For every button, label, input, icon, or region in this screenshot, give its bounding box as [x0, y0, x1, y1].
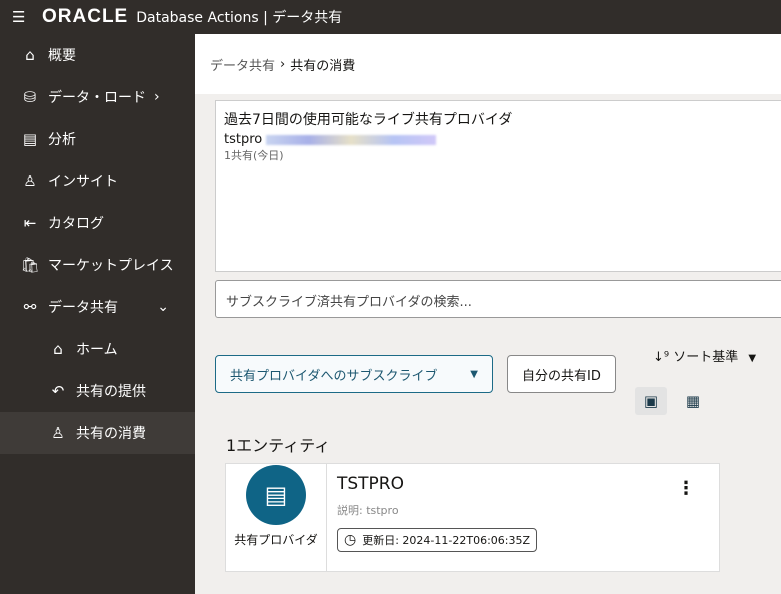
- card-type: ▤ 共有プロバイダ: [226, 464, 327, 571]
- subscribe-button[interactable]: 共有プロバイダへのサブスクライブ ▼: [215, 355, 493, 393]
- breadcrumb-parent[interactable]: データ共有: [210, 55, 275, 74]
- label: 共有の消費: [76, 426, 146, 442]
- label: 分析: [48, 132, 76, 148]
- provider-card[interactable]: ▤ 共有プロバイダ TSTPRO 説明: tstpro ◷ 更新日: 2024-1…: [225, 463, 720, 572]
- caret-down-icon: ▼: [748, 353, 757, 364]
- sidebar-item-insight[interactable]: ♙ インサイト: [0, 160, 195, 202]
- insight-icon: ♙: [23, 172, 37, 190]
- sidebar-item-data-load[interactable]: ⛁ データ・ロード ›: [0, 76, 195, 118]
- reply-icon: ↶: [51, 382, 65, 400]
- card-description: 説明: tstpro: [337, 504, 399, 517]
- label: データ・ロード: [48, 90, 146, 106]
- label: 共有プロバイダへのサブスクライブ: [230, 368, 438, 384]
- sort-dropdown[interactable]: ↓⁹ ソート基準 ▼: [653, 346, 756, 365]
- sidebar-item-data-share[interactable]: ⚯ データ共有 ⌄: [0, 286, 195, 328]
- share-icon: ⚯: [23, 298, 37, 316]
- main-content: データ共有 › 共有の消費 過去7日間の使用可能なライブ共有プロバイダ tstp…: [195, 34, 781, 594]
- updated-text: 更新日: 2024-11-22T06:06:35Z: [362, 534, 531, 547]
- my-share-id-button[interactable]: 自分の共有ID: [507, 355, 616, 393]
- sidebar-item-consume-share[interactable]: ♙ 共有の消費: [0, 412, 195, 454]
- sidebar: ⌂ 概要 ⛁ データ・ロード › ▤ 分析 ♙ インサイト ⇤ カタログ 🛍 マーケットプレイ…: [0, 34, 195, 594]
- label: マーケットプレイス: [48, 258, 174, 274]
- table-view-icon[interactable]: ▦: [677, 387, 709, 415]
- share-provider-icon: ▤: [246, 465, 306, 525]
- panel-title: 過去7日間の使用可能なライブ共有プロバイダ: [224, 112, 513, 128]
- redacted-email: [266, 134, 437, 145]
- catalog-icon: ⇤: [23, 214, 37, 232]
- more-actions-icon[interactable]: ⋮: [677, 478, 695, 499]
- label: 概要: [48, 48, 76, 64]
- breadcrumb-current: 共有の消費: [290, 58, 356, 74]
- breadcrumb: データ共有 › 共有の消費: [195, 34, 781, 94]
- home-icon: ⌂: [25, 46, 35, 64]
- breadcrumb-separator: ›: [280, 56, 286, 72]
- top-bar: ☰ ORACLE Database Actions | データ共有: [0, 0, 781, 34]
- sidebar-item-catalog[interactable]: ⇤ カタログ: [0, 202, 195, 244]
- label: 共有の提供: [76, 384, 146, 400]
- sidebar-item-home[interactable]: ⌂ ホーム: [0, 328, 195, 370]
- entity-count: 1エンティティ: [226, 436, 331, 455]
- sidebar-item-provide-share[interactable]: ↶ 共有の提供: [0, 370, 195, 412]
- label: インサイト: [48, 174, 118, 190]
- provider-search-input[interactable]: サブスクライブ済共有プロバイダの検索...: [215, 280, 781, 318]
- home-icon: ⌂: [53, 340, 63, 358]
- oracle-logo: ORACLE: [42, 6, 129, 27]
- marketplace-icon: 🛍: [20, 256, 40, 274]
- chevron-down-icon: ⌄: [157, 299, 169, 315]
- chevron-right-icon: ›: [154, 89, 160, 105]
- sidebar-item-overview[interactable]: ⌂ 概要: [0, 34, 195, 76]
- clock-icon: ◷: [344, 532, 357, 548]
- label: ソート基準: [673, 350, 739, 365]
- caret-down-icon: ▼: [470, 368, 478, 380]
- provider-name[interactable]: tstpro: [224, 132, 262, 147]
- sort-icon: ↓⁹: [653, 350, 670, 365]
- card-view-icon[interactable]: ▣: [635, 387, 667, 415]
- app-title: Database Actions | データ共有: [136, 10, 343, 26]
- sidebar-item-analysis[interactable]: ▤ 分析: [0, 118, 195, 160]
- updated-badge: ◷ 更新日: 2024-11-22T06:06:35Z: [337, 528, 538, 552]
- live-providers-panel: 過去7日間の使用可能なライブ共有プロバイダ tstpro 1共有(今日): [215, 100, 781, 272]
- share-count: 1共有(今日): [224, 149, 284, 162]
- label: カタログ: [48, 216, 104, 232]
- card-name[interactable]: TSTPRO: [337, 474, 709, 494]
- sidebar-item-marketplace[interactable]: 🛍 マーケットプレイス: [0, 244, 195, 286]
- view-toggle: ▣ ▦: [635, 387, 709, 415]
- label: ホーム: [76, 342, 118, 358]
- card-type-label: 共有プロバイダ: [234, 533, 318, 547]
- analysis-icon: ▤: [22, 130, 38, 148]
- user-icon: ♙: [51, 424, 65, 442]
- label: データ共有: [48, 300, 118, 316]
- database-upload-icon: ⛁: [23, 88, 37, 106]
- hamburger-menu-icon[interactable]: ☰: [12, 8, 28, 26]
